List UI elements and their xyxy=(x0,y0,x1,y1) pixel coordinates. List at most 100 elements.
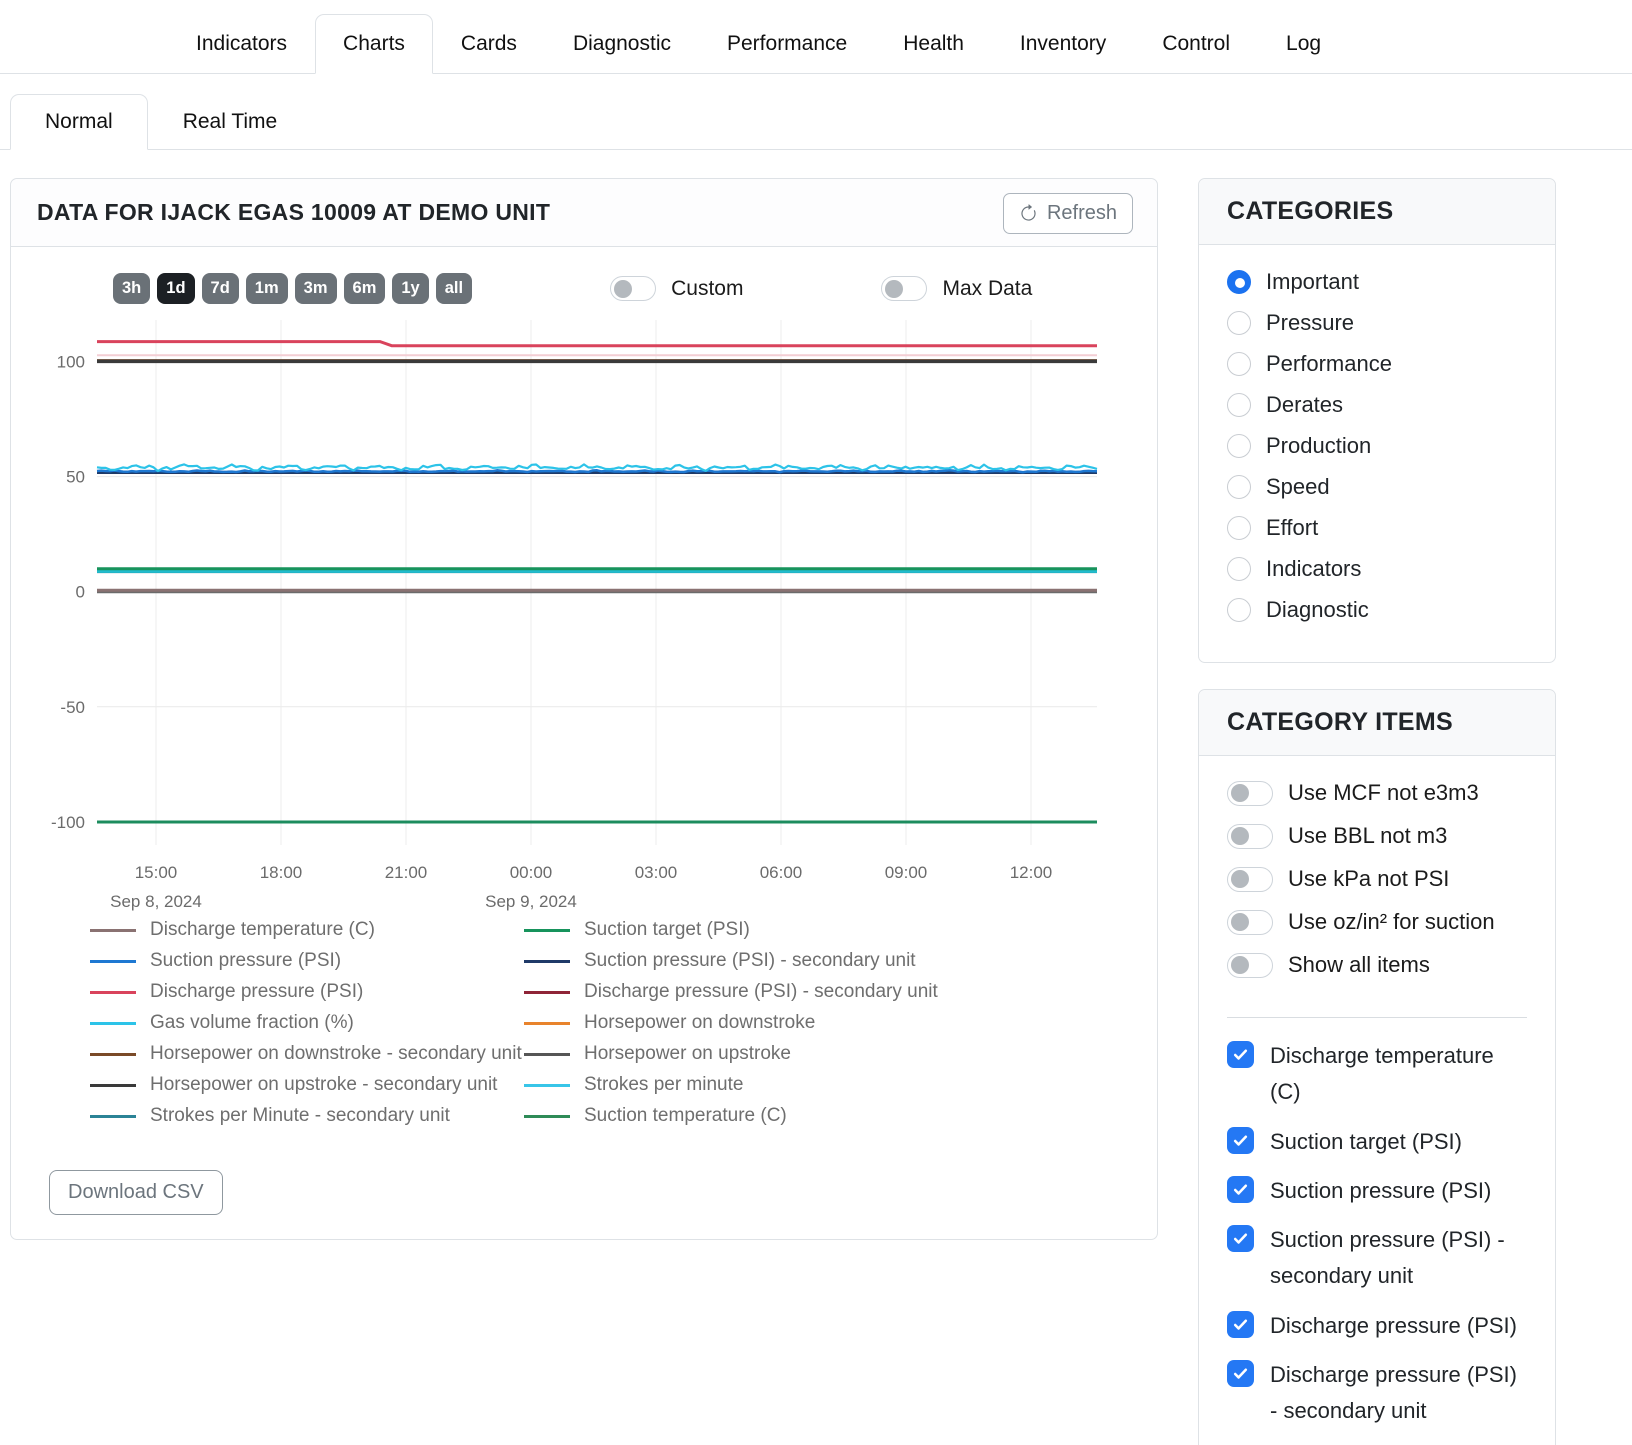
range-1d-button[interactable]: 1d xyxy=(157,273,194,304)
checkbox-suction-target-psi[interactable]: Suction target (PSI) xyxy=(1227,1124,1527,1160)
category-radio-diagnostic[interactable]: Diagnostic xyxy=(1227,597,1527,623)
refresh-label: Refresh xyxy=(1047,202,1117,225)
radio-label: Pressure xyxy=(1266,310,1354,336)
legend-item-strokes-per-minute[interactable]: Strokes per minute xyxy=(524,1074,938,1096)
svg-text:0: 0 xyxy=(76,583,85,602)
legend-swatch xyxy=(90,929,136,932)
legend-swatch xyxy=(524,960,570,963)
toggle-track xyxy=(1227,824,1273,849)
legend-label: Discharge pressure (PSI) xyxy=(150,981,363,1003)
legend-swatch xyxy=(524,1053,570,1056)
download-csv-button[interactable]: Download CSV xyxy=(49,1170,223,1215)
range-6m-button[interactable]: 6m xyxy=(344,273,386,304)
checkbox-discharge-pressure-psi-secondary-unit[interactable]: Discharge pressure (PSI) - secondary uni… xyxy=(1227,1357,1527,1430)
range-1m-button[interactable]: 1m xyxy=(246,273,288,304)
categories-title: CATEGORIES xyxy=(1199,179,1555,245)
tab-health[interactable]: Health xyxy=(875,14,992,74)
main-content: DATA FOR IJACK EGAS 10009 AT DEMO UNIT R… xyxy=(0,150,1632,1445)
legend-item-suction-temperature-c[interactable]: Suction temperature (C) xyxy=(524,1105,938,1127)
radio-label: Effort xyxy=(1266,515,1318,541)
tab-cards[interactable]: Cards xyxy=(433,14,545,74)
legend-item-gas-volume-fraction[interactable]: Gas volume fraction (%) xyxy=(90,1012,524,1034)
tab-charts[interactable]: Charts xyxy=(315,14,433,74)
legend-label: Suction temperature (C) xyxy=(584,1105,787,1127)
legend-item-horsepower-on-upstroke[interactable]: Horsepower on upstroke xyxy=(524,1043,938,1065)
svg-text:09:00: 09:00 xyxy=(885,863,928,882)
tab-indicators[interactable]: Indicators xyxy=(168,14,315,74)
range-all-button[interactable]: all xyxy=(436,273,472,304)
toggle-knob xyxy=(614,280,632,298)
toggle-track xyxy=(1227,867,1273,892)
custom-toggle[interactable]: Custom xyxy=(610,276,743,301)
svg-text:21:00: 21:00 xyxy=(385,863,428,882)
legend-item-discharge-pressure-psi[interactable]: Discharge pressure (PSI) xyxy=(90,981,524,1003)
svg-text:Sep 8, 2024: Sep 8, 2024 xyxy=(110,892,202,911)
checkbox-suction-pressure-psi-secondary-unit[interactable]: Suction pressure (PSI) - secondary unit xyxy=(1227,1222,1527,1295)
range-3h-button[interactable]: 3h xyxy=(113,273,150,304)
category-radio-speed[interactable]: Speed xyxy=(1227,474,1527,500)
use-kpa-not-psi-toggle[interactable]: Use kPa not PSI xyxy=(1227,866,1449,892)
category-radio-production[interactable]: Production xyxy=(1227,433,1527,459)
svg-text:00:00: 00:00 xyxy=(510,863,553,882)
legend-swatch xyxy=(90,1115,136,1118)
chart-canvas[interactable]: 100500-50-10015:0018:0021:0000:0003:0006… xyxy=(27,308,1137,912)
radio-icon xyxy=(1227,475,1251,499)
secondary-tabs: NormalReal Time xyxy=(0,74,1632,150)
range-3m-button[interactable]: 3m xyxy=(295,273,337,304)
category-radio-effort[interactable]: Effort xyxy=(1227,515,1527,541)
category-radio-important[interactable]: Important xyxy=(1227,269,1527,295)
legend-item-strokes-per-minute-secondary-unit[interactable]: Strokes per Minute - secondary unit xyxy=(90,1105,524,1127)
checkbox-label: Suction target (PSI) xyxy=(1270,1124,1522,1160)
use-bbl-not-m3-toggle[interactable]: Use BBL not m3 xyxy=(1227,823,1447,849)
checkbox-suction-pressure-psi[interactable]: Suction pressure (PSI) xyxy=(1227,1173,1527,1209)
legend-label: Discharge temperature (C) xyxy=(150,919,375,941)
checkbox-checked-icon xyxy=(1227,1225,1254,1252)
category-radio-performance[interactable]: Performance xyxy=(1227,351,1527,377)
legend-item-horsepower-on-downstroke[interactable]: Horsepower on downstroke xyxy=(524,1012,938,1034)
tab-log[interactable]: Log xyxy=(1258,14,1349,74)
radio-icon xyxy=(1227,311,1251,335)
toggle-track xyxy=(1227,910,1273,935)
category-radio-pressure[interactable]: Pressure xyxy=(1227,310,1527,336)
category-items-title: CATEGORY ITEMS xyxy=(1199,690,1555,756)
chart-panel-body: 3h1d7d1m3m6m1yall CustomMax Data 100500-… xyxy=(11,247,1157,1239)
category-radio-derates[interactable]: Derates xyxy=(1227,392,1527,418)
range-7d-button[interactable]: 7d xyxy=(202,273,239,304)
legend-item-suction-pressure-psi-secondary-unit[interactable]: Suction pressure (PSI) - secondary unit xyxy=(524,950,938,972)
legend-swatch xyxy=(524,929,570,932)
show-all-items-toggle[interactable]: Show all items xyxy=(1227,952,1430,978)
use-oz-in-for-suction-toggle[interactable]: Use oz/in² for suction xyxy=(1227,909,1495,935)
primary-tabs: IndicatorsChartsCardsDiagnosticPerforman… xyxy=(0,0,1632,74)
legend-item-discharge-temperature-c[interactable]: Discharge temperature (C) xyxy=(90,919,524,941)
legend-label: Suction pressure (PSI) - secondary unit xyxy=(584,950,916,972)
refresh-button[interactable]: Refresh xyxy=(1003,193,1133,234)
svg-text:18:00: 18:00 xyxy=(260,863,303,882)
tab-inventory[interactable]: Inventory xyxy=(992,14,1134,74)
svg-text:Sep 9, 2024: Sep 9, 2024 xyxy=(485,892,577,911)
max-data-toggle[interactable]: Max Data xyxy=(881,276,1032,301)
use-mcf-not-e3m3-toggle[interactable]: Use MCF not e3m3 xyxy=(1227,780,1479,806)
toggle-track xyxy=(610,276,656,301)
category-items-body: Use MCF not e3m3 Use BBL not m3 Use kPa no… xyxy=(1199,756,1555,1445)
category-radio-indicators[interactable]: Indicators xyxy=(1227,556,1527,582)
checkbox-discharge-temperature-c[interactable]: Discharge temperature (C) xyxy=(1227,1038,1527,1111)
subtab-real-time[interactable]: Real Time xyxy=(148,94,313,150)
tab-performance[interactable]: Performance xyxy=(699,14,875,74)
range-1y-button[interactable]: 1y xyxy=(392,273,428,304)
tab-control[interactable]: Control xyxy=(1134,14,1258,74)
legend-item-suction-pressure-psi[interactable]: Suction pressure (PSI) xyxy=(90,950,524,972)
legend-label: Horsepower on downstroke xyxy=(584,1012,815,1034)
legend-item-discharge-pressure-psi-secondary-unit[interactable]: Discharge pressure (PSI) - secondary uni… xyxy=(524,981,938,1003)
checkbox-checked-icon xyxy=(1227,1360,1254,1387)
checkbox-discharge-pressure-psi[interactable]: Discharge pressure (PSI) xyxy=(1227,1308,1527,1344)
tab-diagnostic[interactable]: Diagnostic xyxy=(545,14,699,74)
legend-item-horsepower-on-upstroke-secondary-unit[interactable]: Horsepower on upstroke - secondary unit xyxy=(90,1074,524,1096)
category-items-panel: CATEGORY ITEMS Use MCF not e3m3 Use BBL n… xyxy=(1198,689,1556,1445)
divider xyxy=(1227,1017,1527,1018)
refresh-icon xyxy=(1019,204,1038,223)
legend-item-horsepower-on-downstroke-secondary-unit[interactable]: Horsepower on downstroke - secondary uni… xyxy=(90,1043,524,1065)
legend-swatch xyxy=(90,1053,136,1056)
legend-item-suction-target-psi[interactable]: Suction target (PSI) xyxy=(524,919,938,941)
subtab-normal[interactable]: Normal xyxy=(10,94,148,150)
checkbox-checked-icon xyxy=(1227,1041,1254,1068)
